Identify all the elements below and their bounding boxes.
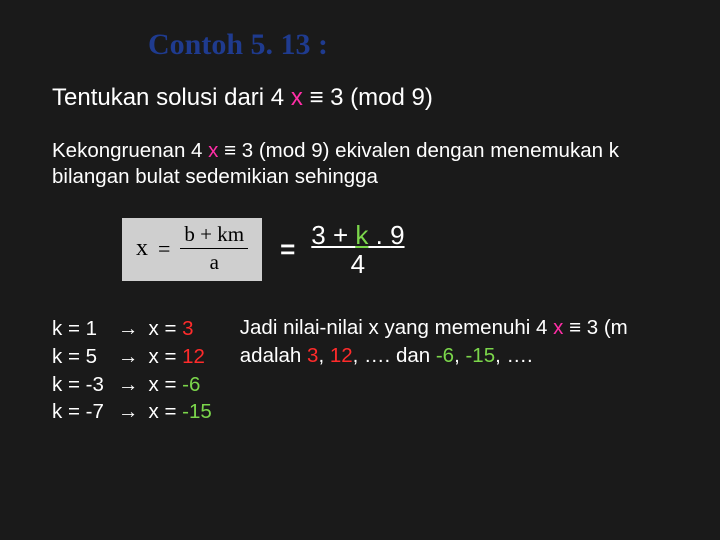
x-label: x = 12 <box>149 343 205 371</box>
arrow-icon: → <box>118 398 139 426</box>
expl-line1b: ≡ 3 (mod 9) ekivalen dengan menemukan k <box>218 139 619 162</box>
k-cell: k = 5 <box>52 343 108 371</box>
rhs-num-prefix: 3 + <box>311 220 355 250</box>
table-row: k = 5 → x = 12 <box>52 343 212 371</box>
formula-x: x <box>136 235 148 262</box>
problem-x: x <box>291 84 303 111</box>
concl-l1a: Jadi nilai-nilai x yang memenuhi 4 <box>240 316 553 339</box>
slide: Contoh 5. 13 : Tentukan solusi dari 4 x … <box>0 0 720 540</box>
formula-row: x = b + km a = 3 + k . 9 4 <box>122 218 720 281</box>
concl-l2a: adalah <box>240 344 307 367</box>
expl-line1a: Kekongruenan 4 <box>52 139 208 162</box>
arrow-icon: → <box>118 371 139 399</box>
x-value: 3 <box>182 317 193 340</box>
x-value: -6 <box>182 373 200 396</box>
rhs-num-nine: 9 <box>390 220 404 250</box>
x-value: 12 <box>182 345 205 368</box>
k-cell: k = 1 <box>52 315 108 343</box>
x-label: x = -6 <box>149 371 201 399</box>
expl-line2: bilangan bulat sedemikian sehingga <box>52 165 378 188</box>
k-table: k = 1 → x = 3 k = 5 → x = 12 k = -3 → x … <box>52 315 212 426</box>
x-value: -15 <box>182 400 212 423</box>
formula-box: x = b + km a <box>122 218 262 281</box>
rhs-numerator: 3 + k . 9 <box>311 222 404 249</box>
formula-numerator: b + km <box>180 224 248 249</box>
concl-c3: , <box>454 344 465 367</box>
rhs-num-dot: . <box>368 220 390 250</box>
problem-statement: Tentukan solusi dari 4 x ≡ 3 (mod 9) <box>52 84 720 112</box>
x-label: x = -15 <box>149 398 212 426</box>
problem-suffix: ≡ 3 (mod 9) <box>303 84 433 111</box>
conclusion-text: Jadi nilai-nilai x yang memenuhi 4 x ≡ 3… <box>240 315 628 369</box>
x-label: x = 3 <box>149 315 194 343</box>
concl-c4: , …. <box>495 344 533 367</box>
bottom-section: k = 1 → x = 3 k = 5 → x = 12 k = -3 → x … <box>52 315 720 426</box>
table-row: k = 1 → x = 3 <box>52 315 212 343</box>
formula-fraction: b + km a <box>180 224 248 273</box>
table-row: k = -3 → x = -6 <box>52 371 212 399</box>
concl-x: x <box>553 316 563 339</box>
slide-title: Contoh 5. 13 : <box>148 28 720 62</box>
formula-denominator: a <box>210 249 219 273</box>
concl-n15: -15 <box>465 344 495 367</box>
concl-l1b: ≡ 3 (m <box>563 316 627 339</box>
k-cell: k = -7 <box>52 398 108 426</box>
arrow-icon: → <box>118 315 139 343</box>
rhs-denominator: 4 <box>351 251 365 278</box>
formula-equals: = <box>158 236 170 262</box>
rhs-equals: = <box>280 234 295 265</box>
explanation-text: Kekongruenan 4 x ≡ 3 (mod 9) ekivalen de… <box>52 138 720 190</box>
arrow-icon: → <box>118 343 139 371</box>
concl-n6: -6 <box>436 344 454 367</box>
rhs-num-k: k <box>355 220 368 250</box>
expl-x: x <box>208 139 218 162</box>
concl-p3: 3 <box>307 344 318 367</box>
rhs-fraction: 3 + k . 9 4 <box>311 222 404 279</box>
concl-c2: , …. dan <box>353 344 436 367</box>
rhs-expression: = 3 + k . 9 4 <box>280 222 404 279</box>
problem-prefix: Tentukan solusi dari 4 <box>52 84 291 111</box>
table-row: k = -7 → x = -15 <box>52 398 212 426</box>
k-cell: k = -3 <box>52 371 108 399</box>
concl-c1: , <box>318 344 329 367</box>
concl-p12: 12 <box>330 344 353 367</box>
